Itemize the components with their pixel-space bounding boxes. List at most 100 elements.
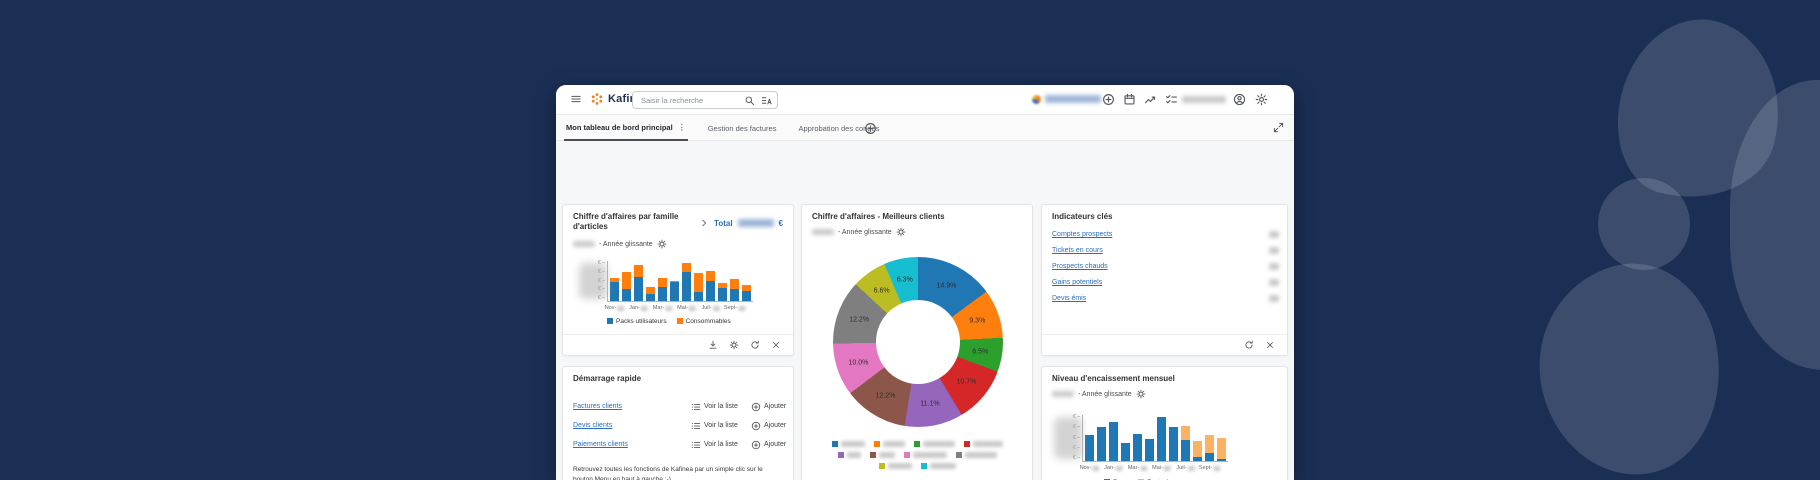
- indicator-link[interactable]: Gains potentiels: [1052, 279, 1102, 286]
- x-tick: Mai-: [682, 305, 691, 312]
- list-icon: [691, 440, 701, 450]
- donut-slice-label: 6.6%: [874, 287, 890, 294]
- bar-6: [1145, 439, 1154, 461]
- card-indicateurs-cles: Indicateurs clés Comptes prospectsTicket…: [1041, 204, 1288, 356]
- view-list-button[interactable]: Voir la liste: [691, 402, 738, 412]
- activity-icon[interactable]: [1144, 93, 1157, 106]
- indicator-link[interactable]: Prospects chauds: [1052, 263, 1108, 270]
- donut-slice-label: 10.7%: [956, 379, 976, 386]
- refresh-icon[interactable]: [1244, 340, 1254, 350]
- period-redacted: [1052, 391, 1074, 397]
- theme-icon[interactable]: [1255, 93, 1268, 106]
- kafinea-logo-icon[interactable]: [590, 92, 604, 106]
- chart-legend: Packs utilisateurs Consommables: [607, 318, 731, 325]
- indicator-value-redacted: [1269, 279, 1279, 286]
- quick-start-link[interactable]: Devis clients: [573, 422, 612, 429]
- search-input[interactable]: [639, 93, 739, 107]
- x-tick: Nov-: [1085, 465, 1094, 472]
- tab-1[interactable]: Mon tableau de bord principal ⋮: [564, 115, 688, 141]
- quick-start-row: Devis clients Voir la liste Ajouter: [573, 422, 785, 429]
- donut-slice-label: 9.3%: [969, 317, 985, 324]
- donut-slice-label: 6.3%: [897, 277, 913, 284]
- indicator-row: Tickets en cours: [1052, 247, 1279, 254]
- indicator-row: Devis émis: [1052, 295, 1279, 302]
- refresh-icon[interactable]: [750, 340, 760, 350]
- total-label: Total: [714, 219, 733, 228]
- dashboard-tabbar: Mon tableau de bord principal ⋮ Gestion de…: [556, 115, 1294, 141]
- view-list-button[interactable]: Voir la liste: [691, 421, 738, 431]
- donut-slice-label: 12.2%: [849, 316, 869, 323]
- donut-legend-item: [874, 441, 905, 447]
- bar-9: [1181, 426, 1190, 461]
- quick-start-row: Factures clients Voir la liste Ajouter: [573, 403, 785, 410]
- x-tick: Jan-: [634, 305, 643, 312]
- x-tick: Mar-: [658, 305, 667, 312]
- bar-5: [658, 278, 667, 301]
- bar-2: [622, 272, 631, 301]
- add-icon[interactable]: [1102, 93, 1115, 106]
- tab-label: Mon tableau de bord principal: [566, 123, 673, 132]
- search-icon[interactable]: [744, 95, 755, 106]
- chevron-right-icon[interactable]: [699, 218, 709, 228]
- period-redacted: [573, 241, 595, 247]
- donut-legend-item: [838, 452, 861, 458]
- x-tick: Mar-: [1133, 465, 1142, 472]
- list-icon: [691, 421, 701, 431]
- x-tick: Jan-: [1109, 465, 1118, 472]
- app-header: Kafinea: [556, 85, 1294, 115]
- tasks-icon[interactable]: [1165, 93, 1178, 106]
- close-icon[interactable]: [1265, 340, 1275, 350]
- download-icon[interactable]: [708, 340, 718, 350]
- org-logo: [1032, 95, 1041, 104]
- legend-item: Packs utilisateurs: [607, 318, 667, 325]
- bar-7: [1157, 417, 1166, 461]
- donut-legend-item: [914, 441, 955, 447]
- view-list-button[interactable]: Voir la liste: [691, 440, 738, 450]
- x-tick: Juil-: [706, 305, 715, 312]
- expand-dashboard-icon[interactable]: [1273, 122, 1284, 133]
- gear-icon[interactable]: [1136, 389, 1146, 399]
- axis-redaction-smudge: [579, 263, 607, 299]
- advanced-search-icon[interactable]: [761, 95, 772, 106]
- tab-menu-icon[interactable]: ⋮: [678, 123, 686, 132]
- x-tick: [742, 305, 751, 312]
- plus-circle-icon: [751, 421, 761, 431]
- x-tick: Juil-: [1181, 465, 1190, 472]
- donut-slice-label: 11.1%: [920, 400, 939, 407]
- add-button[interactable]: Ajouter: [751, 402, 786, 412]
- quick-start-link[interactable]: Factures clients: [573, 403, 622, 410]
- bar-1: [610, 278, 619, 301]
- x-tick: Mai-: [1157, 465, 1166, 472]
- x-tick: Nov-: [610, 305, 619, 312]
- indicator-link[interactable]: Tickets en cours: [1052, 247, 1103, 254]
- x-tick: Sept-: [730, 305, 739, 312]
- indicator-row: Gains potentiels: [1052, 279, 1279, 286]
- bar-chart-ca: [607, 261, 753, 302]
- close-icon[interactable]: [771, 340, 781, 350]
- add-tab-icon[interactable]: [864, 122, 877, 135]
- calendar-icon[interactable]: [1123, 93, 1136, 106]
- menu-icon[interactable]: [570, 93, 582, 105]
- background-art: [1520, 249, 1740, 480]
- indicator-value-redacted: [1269, 263, 1279, 270]
- bar-3: [1109, 422, 1118, 461]
- plus-circle-icon: [751, 440, 761, 450]
- bar-9: [706, 271, 715, 301]
- search-box[interactable]: [632, 91, 778, 109]
- bar-11: [730, 279, 739, 301]
- quick-start-link[interactable]: Paiements clients: [573, 441, 628, 448]
- indicator-value-redacted: [1269, 247, 1279, 254]
- add-button[interactable]: Ajouter: [751, 440, 786, 450]
- card-ca-famille: Chiffre d'affaires par famille d'article…: [562, 204, 794, 356]
- indicator-link[interactable]: Comptes prospects: [1052, 231, 1112, 238]
- indicator-row: Prospects chauds: [1052, 263, 1279, 270]
- settings-icon[interactable]: [729, 340, 739, 350]
- add-button[interactable]: Ajouter: [751, 421, 786, 431]
- gear-icon[interactable]: [657, 239, 667, 249]
- tab-2[interactable]: Gestion des factures: [706, 115, 779, 141]
- account-icon[interactable]: [1233, 93, 1246, 106]
- gear-icon[interactable]: [896, 227, 906, 237]
- card-encaissement: Niveau d'encaissement mensuel - Année gl…: [1041, 366, 1288, 480]
- indicator-link[interactable]: Devis émis: [1052, 295, 1086, 302]
- donut-slice-label: 10.0%: [849, 359, 869, 366]
